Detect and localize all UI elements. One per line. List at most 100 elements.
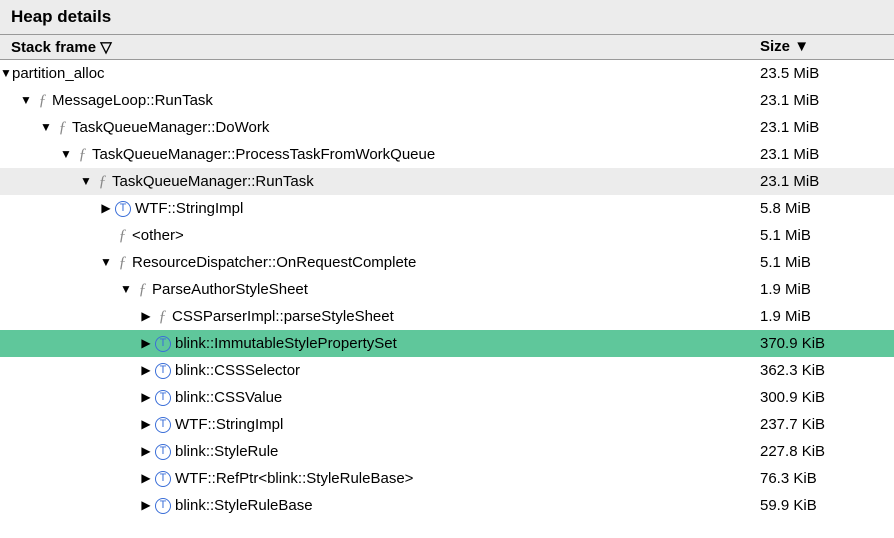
row-name: TaskQueueManager::ProcessTaskFromWorkQue… xyxy=(92,141,435,168)
row-name: blink::StyleRule xyxy=(175,438,278,465)
column-header-size-text: Size xyxy=(760,38,790,55)
type-icon: T xyxy=(155,444,171,460)
row-size: 1.9 MiB xyxy=(760,276,894,303)
expand-down-icon[interactable]: ▼ xyxy=(100,249,112,276)
function-icon: ƒ xyxy=(115,222,130,249)
tree-row[interactable]: ▼ƒTaskQueueManager::DoWork23.1 MiB xyxy=(0,114,894,141)
row-label: ▼ƒParseAuthorStyleSheet xyxy=(0,276,760,303)
row-size: 59.9 KiB xyxy=(760,492,894,519)
sort-desc-icon: ▼ xyxy=(794,38,809,55)
tree-row[interactable]: ▶ƒCSSParserImpl::parseStyleSheet1.9 MiB xyxy=(0,303,894,330)
row-label: ▶TWTF::StringImpl xyxy=(0,195,760,222)
function-icon: ƒ xyxy=(55,114,70,141)
row-label: ▶TWTF::StringImpl xyxy=(0,411,760,438)
type-icon: T xyxy=(155,498,171,514)
row-name: WTF::RefPtr<blink::StyleRuleBase> xyxy=(175,465,413,492)
column-header-name-text: Stack frame xyxy=(11,39,96,56)
row-name: blink::StyleRuleBase xyxy=(175,492,313,519)
expand-down-icon[interactable]: ▼ xyxy=(60,141,72,168)
row-label: ▶Tblink::StyleRule xyxy=(0,438,760,465)
row-label: ▶ƒCSSParserImpl::parseStyleSheet xyxy=(0,303,760,330)
row-name: <other> xyxy=(132,222,184,249)
tree-row[interactable]: ▶Tblink::CSSSelector 362.3 KiB xyxy=(0,357,894,384)
row-label: ▶Tblink::StyleRuleBase xyxy=(0,492,760,519)
heap-tree: ▼partition_alloc23.5 MiB▼ƒMessageLoop::R… xyxy=(0,60,894,519)
row-label: ▶TWTF::RefPtr<blink::StyleRuleBase> xyxy=(0,465,760,492)
tree-row[interactable]: ▶Tblink::StyleRuleBase59.9 KiB xyxy=(0,492,894,519)
tree-row[interactable]: ▶ƒ<other>5.1 MiB xyxy=(0,222,894,249)
row-name: ResourceDispatcher::OnRequestComplete xyxy=(132,249,416,276)
tree-row[interactable]: ▶TWTF::RefPtr<blink::StyleRuleBase>76.3 … xyxy=(0,465,894,492)
expand-right-icon[interactable]: ▶ xyxy=(100,195,112,222)
tree-row[interactable]: ▼ƒMessageLoop::RunTask23.1 MiB xyxy=(0,87,894,114)
column-headers: Stack frame ▽ Size ▼ xyxy=(0,35,894,60)
row-label: ▼partition_alloc xyxy=(0,60,760,87)
row-label: ▼ƒTaskQueueManager::RunTask xyxy=(0,168,760,195)
expand-right-icon[interactable]: ▶ xyxy=(140,330,152,357)
row-label: ▶ƒ<other> xyxy=(0,222,760,249)
tree-row[interactable]: ▼ƒParseAuthorStyleSheet1.9 MiB xyxy=(0,276,894,303)
row-label: ▼ƒMessageLoop::RunTask xyxy=(0,87,760,114)
tree-row[interactable]: ▶Tblink::CSSValue300.9 KiB xyxy=(0,384,894,411)
row-size: 23.1 MiB xyxy=(760,141,894,168)
row-size: 362.3 KiB xyxy=(760,357,894,384)
type-icon: T xyxy=(155,363,171,379)
row-name: blink::CSSSelector xyxy=(175,357,300,384)
function-icon: ƒ xyxy=(155,303,170,330)
tree-row[interactable]: ▼ƒTaskQueueManager::ProcessTaskFromWorkQ… xyxy=(0,141,894,168)
row-name: WTF::StringImpl xyxy=(135,195,243,222)
sort-desc-icon: ▽ xyxy=(100,38,112,56)
row-size: 237.7 KiB xyxy=(760,411,894,438)
tree-row[interactable]: ▶Tblink::ImmutableStylePropertySet370.9 … xyxy=(0,330,894,357)
row-size: 227.8 KiB xyxy=(760,438,894,465)
type-icon: T xyxy=(155,417,171,433)
expand-right-icon[interactable]: ▶ xyxy=(140,357,152,384)
expand-down-icon[interactable]: ▼ xyxy=(20,87,32,114)
row-size: 1.9 MiB xyxy=(760,303,894,330)
row-label: ▼ƒTaskQueueManager::DoWork xyxy=(0,114,760,141)
row-label: ▼ƒTaskQueueManager::ProcessTaskFromWorkQ… xyxy=(0,141,760,168)
expand-down-icon[interactable]: ▼ xyxy=(0,60,12,87)
column-header-stack-frame[interactable]: Stack frame ▽ xyxy=(0,35,760,59)
row-size: 370.9 KiB xyxy=(760,330,894,357)
row-size: 300.9 KiB xyxy=(760,384,894,411)
tree-row[interactable]: ▶TWTF::StringImpl5.8 MiB xyxy=(0,195,894,222)
row-size: 23.5 MiB xyxy=(760,60,894,87)
row-size: 23.1 MiB xyxy=(760,168,894,195)
panel-title: Heap details xyxy=(0,0,894,35)
type-icon: T xyxy=(155,390,171,406)
expand-right-icon[interactable]: ▶ xyxy=(140,438,152,465)
expand-right-icon[interactable]: ▶ xyxy=(140,411,152,438)
row-label: ▶Tblink::ImmutableStylePropertySet xyxy=(0,330,760,357)
expand-right-icon[interactable]: ▶ xyxy=(140,303,152,330)
expand-down-icon[interactable]: ▼ xyxy=(40,114,52,141)
expand-right-icon[interactable]: ▶ xyxy=(140,384,152,411)
function-icon: ƒ xyxy=(35,87,50,114)
row-name: WTF::StringImpl xyxy=(175,411,283,438)
row-name: ParseAuthorStyleSheet xyxy=(152,276,308,303)
expand-down-icon[interactable]: ▼ xyxy=(80,168,92,195)
row-name: CSSParserImpl::parseStyleSheet xyxy=(172,303,394,330)
type-icon: T xyxy=(155,471,171,487)
row-name: blink::CSSValue xyxy=(175,384,282,411)
expand-right-icon[interactable]: ▶ xyxy=(140,492,152,519)
tree-row[interactable]: ▼partition_alloc23.5 MiB xyxy=(0,60,894,87)
function-icon: ƒ xyxy=(75,141,90,168)
expand-down-icon[interactable]: ▼ xyxy=(120,276,132,303)
tree-row[interactable]: ▼ƒResourceDispatcher::OnRequestComplete 5… xyxy=(0,249,894,276)
row-size: 23.1 MiB xyxy=(760,114,894,141)
row-label: ▶Tblink::CSSValue xyxy=(0,384,760,411)
row-size: 5.8 MiB xyxy=(760,195,894,222)
tree-row[interactable]: ▶Tblink::StyleRule227.8 KiB xyxy=(0,438,894,465)
tree-row[interactable]: ▼ƒTaskQueueManager::RunTask23.1 MiB xyxy=(0,168,894,195)
tree-row[interactable]: ▶TWTF::StringImpl237.7 KiB xyxy=(0,411,894,438)
expand-right-icon[interactable]: ▶ xyxy=(140,465,152,492)
row-size: 76.3 KiB xyxy=(760,465,894,492)
function-icon: ƒ xyxy=(115,249,130,276)
row-size: 5.1 MiB xyxy=(760,222,894,249)
column-header-size[interactable]: Size ▼ xyxy=(760,35,894,59)
row-size: 5.1 MiB xyxy=(760,249,894,276)
row-name: blink::ImmutableStylePropertySet xyxy=(175,330,397,357)
row-name: TaskQueueManager::DoWork xyxy=(72,114,269,141)
row-name: partition_alloc xyxy=(12,60,105,87)
